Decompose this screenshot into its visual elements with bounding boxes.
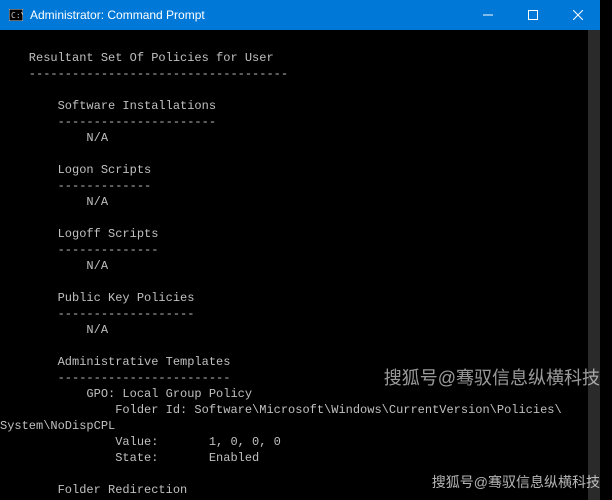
output-line: -------------------	[0, 307, 194, 321]
output-line: N/A	[0, 259, 108, 273]
output-line: --------------	[0, 243, 158, 257]
svg-text:C:\: C:\	[11, 11, 23, 20]
cmd-icon: C:\	[8, 7, 24, 23]
output-line: N/A	[0, 195, 108, 209]
maximize-button[interactable]	[510, 0, 555, 30]
window-title: Administrator: Command Prompt	[30, 8, 465, 22]
output-line: -------------	[0, 179, 151, 193]
output-line: Logon Scripts	[0, 163, 151, 177]
output-line: ------------------------	[0, 371, 230, 385]
output-line: N/A	[0, 323, 108, 337]
terminal-output[interactable]: Resultant Set Of Policies for User -----…	[0, 30, 600, 500]
output-line: State: Enabled	[0, 451, 259, 465]
output-line: System\NoDispCPL	[0, 419, 115, 433]
output-line: ------------------------------------	[0, 67, 288, 81]
output-line: Software Installations	[0, 99, 216, 113]
output-line: GPO: Local Group Policy	[0, 387, 252, 401]
close-button[interactable]	[555, 0, 600, 30]
minimize-button[interactable]	[465, 0, 510, 30]
output-line: Logoff Scripts	[0, 227, 158, 241]
window-titlebar: C:\ Administrator: Command Prompt	[0, 0, 600, 30]
output-line: Administrative Templates	[0, 355, 230, 369]
output-line: Folder Redirection	[0, 483, 187, 497]
window-controls	[465, 0, 600, 30]
output-line: N/A	[0, 131, 108, 145]
output-line: ----------------------	[0, 115, 216, 129]
output-line: Value: 1, 0, 0, 0	[0, 435, 281, 449]
output-line: Public Key Policies	[0, 291, 194, 305]
output-line: Folder Id: Software\Microsoft\Windows\Cu…	[0, 403, 562, 417]
output-line: Resultant Set Of Policies for User	[0, 51, 274, 65]
